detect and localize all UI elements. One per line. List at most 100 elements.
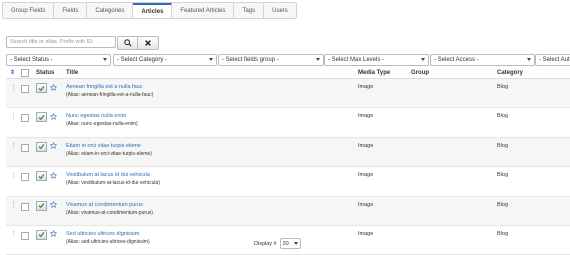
article-alias: (Alias: aenean-fringilla-est-a-nulla-fau… (66, 92, 154, 98)
article-alias: (Alias: vivamus-at-condimentum-purus) (66, 209, 153, 216)
status-cell (36, 166, 66, 197)
drag-handle-icon[interactable]: ⋮ (6, 78, 19, 109)
category-value: Blog (497, 172, 509, 179)
row-checkbox[interactable] (21, 173, 29, 182)
tab-fields[interactable]: Fields (54, 3, 88, 18)
category-header[interactable]: Category (497, 67, 570, 79)
max-levels-filter[interactable]: - Select Max Levels - (324, 54, 429, 66)
tab-articles[interactable]: Articles (133, 3, 173, 18)
published-toggle[interactable] (36, 112, 47, 123)
status-cell (36, 107, 66, 138)
article-alias: (Alias: sed-ultricies-ultrices-dignissim… (66, 238, 150, 245)
category-filter-label: - Select Category - (117, 57, 168, 63)
author-filter-label: - Select Aut (539, 57, 570, 63)
row-checkbox[interactable] (21, 202, 29, 211)
tab-tags[interactable]: Tags (234, 3, 265, 18)
featured-toggle[interactable] (49, 142, 57, 150)
media-type-cell: Image (358, 166, 411, 197)
article-title-link[interactable]: Sed ultricies ultrices dignissim (66, 231, 358, 237)
published-toggle[interactable] (36, 229, 47, 240)
category-value: Blog (497, 201, 509, 208)
article-title-link[interactable]: Nunc egestas nulla enim (66, 113, 358, 119)
row-checkbox[interactable] (21, 114, 29, 123)
check-all-checkbox[interactable] (21, 68, 29, 77)
author-filter[interactable]: - Select Aut (535, 54, 570, 66)
status-header[interactable]: Status (36, 67, 66, 79)
article-title-link[interactable]: Etiam in orci vitae turpis eleme (66, 143, 358, 149)
drag-handle-icon[interactable]: ⋮ (6, 196, 19, 226)
table-row: ⋮ Aenean fringilla est a nulla fauc (Alias… (6, 78, 570, 109)
media-type-cell: Image (358, 107, 411, 138)
chevron-down-icon (293, 242, 298, 245)
row-select-cell (19, 137, 36, 168)
category-filter[interactable]: - Select Category - (113, 54, 217, 66)
check-icon (38, 173, 45, 179)
row-checkbox[interactable] (21, 143, 29, 152)
group-cell (411, 107, 497, 138)
article-alias: (Alias: vestibulum-at-lacus-id-dui-vehic… (66, 180, 160, 187)
category-value: Blog (497, 113, 509, 120)
category-value: Blog (497, 142, 509, 149)
published-toggle[interactable] (36, 200, 47, 211)
pagination-footer: Display # 20 (254, 238, 301, 249)
list-limit-select[interactable]: 20 (279, 238, 301, 249)
articles-table: ⇕ Status Title Media Type Group Category… (6, 67, 570, 255)
tab-categories[interactable]: Categories (87, 3, 134, 18)
category-cell: Blog (497, 196, 570, 226)
access-filter-label: - Select Access - (434, 57, 479, 63)
featured-toggle[interactable] (49, 112, 57, 120)
table-row: ⋮ Vivamus at condimentum purus (Alias: viv… (6, 196, 570, 226)
published-toggle[interactable] (36, 141, 47, 152)
search-input[interactable] (6, 36, 116, 48)
star-icon (49, 83, 57, 91)
check-icon (38, 114, 45, 121)
chevron-down-icon (316, 58, 320, 61)
published-toggle[interactable] (36, 83, 47, 93)
fields-group-filter[interactable]: - Select fields group - (218, 54, 324, 66)
sort-column-header[interactable]: ⇕ (6, 67, 19, 79)
check-icon (38, 144, 45, 150)
status-filter[interactable]: - Select Status - (6, 54, 111, 66)
published-toggle[interactable] (36, 171, 47, 182)
article-title-link[interactable]: Vestibulum at lacus id dui vehicula (66, 172, 358, 178)
title-cell: Vivamus at condimentum purus (Alias: viva… (66, 196, 358, 226)
status-cell (36, 196, 66, 226)
featured-toggle[interactable] (49, 230, 57, 238)
row-checkbox[interactable] (21, 231, 29, 240)
drag-handle-icon[interactable]: ⋮ (6, 166, 19, 197)
title-cell: Nunc egestas nulla enim (Alias: nunc-eges… (66, 107, 358, 138)
row-select-cell (19, 107, 36, 138)
tab-users[interactable]: Users (264, 3, 296, 18)
featured-toggle[interactable] (49, 171, 57, 179)
featured-toggle[interactable] (49, 83, 57, 91)
media-type-value: Image (358, 230, 374, 237)
close-icon (145, 40, 151, 46)
status-cell (36, 225, 66, 255)
featured-toggle[interactable] (49, 201, 57, 209)
group-header[interactable]: Group (411, 67, 497, 79)
drag-handle-icon[interactable]: ⋮ (6, 225, 19, 255)
check-icon (38, 232, 45, 238)
title-header[interactable]: Title (66, 67, 358, 79)
article-alias: (Alias: nunc-egestas-nulla-enim) (66, 121, 138, 128)
star-icon (49, 112, 57, 120)
search-button[interactable] (117, 36, 139, 50)
drag-handle-icon[interactable]: ⋮ (6, 107, 19, 138)
tab-featured-articles[interactable]: Featured Articles (172, 3, 235, 18)
media-type-value: Image (358, 113, 374, 120)
access-filter[interactable]: - Select Access - (430, 54, 535, 66)
tab-group-fields[interactable]: Group Fields (3, 3, 55, 18)
group-cell (411, 137, 497, 168)
max-levels-filter-label: - Select Max Levels - (328, 57, 385, 63)
chevron-down-icon (103, 58, 107, 61)
star-icon (49, 171, 57, 179)
clear-button[interactable] (137, 36, 159, 50)
article-title-link[interactable]: Aenean fringilla est a nulla fauc (66, 84, 358, 90)
drag-handle-icon[interactable]: ⋮ (6, 137, 19, 168)
chevron-down-icon (527, 58, 531, 61)
category-cell: Blog (497, 107, 570, 138)
article-title-link[interactable]: Vivamus at condimentum purus (66, 202, 358, 208)
media-type-header[interactable]: Media Type (358, 67, 411, 79)
row-checkbox[interactable] (21, 85, 29, 93)
status-cell (36, 78, 66, 109)
